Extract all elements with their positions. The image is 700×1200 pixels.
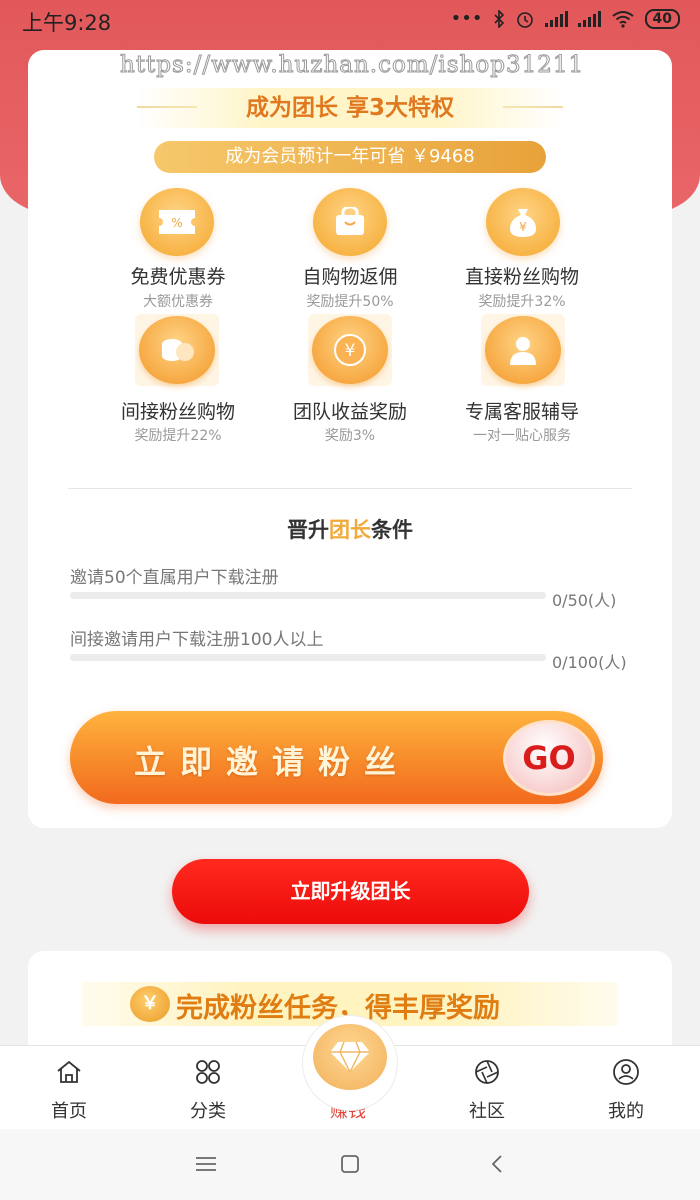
conditions-title-suffix: 条件 [371,518,413,542]
privilege-subtitle: 奖励提升32% [478,294,566,310]
privilege-title: 团队收益奖励 [292,401,407,423]
tab-category[interactable]: 分类 [158,1046,258,1130]
section-title-text: 成为团长 享3大特权 [245,95,454,121]
signal-icon-2 [577,10,601,27]
watermark: https://www.huzhan.com/ishop31211 [119,52,585,79]
privilege-title: 直接粉丝购物 [464,266,579,288]
invite-fans-label: 立即邀请粉丝 [134,743,411,781]
privilege-subtitle: 奖励提升50% [306,294,394,310]
tab-community[interactable]: 社区 [437,1046,537,1130]
go-badge: GO [503,720,595,796]
conditions-title-highlight: 团长 [329,518,371,542]
home-square-icon[interactable] [330,1149,370,1179]
privilege-title: 间接粉丝购物 [120,401,235,423]
tab-label: 首页 [51,1101,87,1122]
shutter-icon [475,1060,499,1084]
battery-icon: 40 [644,8,680,29]
category-icon [196,1060,220,1084]
privilege-subtitle: 奖励提升22% [134,428,222,444]
status-time: 上午9:28 [22,11,112,35]
status-icons: ••• 40 [451,8,680,29]
tab-label: 社区 [469,1101,505,1122]
more-icon: ••• [450,8,483,29]
coupon-icon: % [140,188,214,256]
status-bar: 上午9:28 ••• 40 [0,0,700,40]
tab-home[interactable]: 首页 [19,1046,119,1130]
system-navigation-bar [0,1129,700,1200]
user-icon [613,1059,639,1085]
invite-fans-button[interactable]: 立即邀请粉丝 GO [70,711,603,804]
alarm-icon [516,11,533,28]
home-icon [57,1060,81,1083]
service-person-icon [481,314,565,386]
privilege-subtitle: 奖励3% [324,428,376,444]
bluetooth-icon [493,9,504,28]
back-icon[interactable] [477,1149,517,1179]
shopping-bag-icon [313,188,387,256]
tab-mine[interactable]: 我的 [576,1046,676,1130]
condition-label: 间接邀请用户下载注册100人以上 [70,630,324,650]
condition-count: 0/100(人) [552,653,627,672]
divider [68,488,632,489]
conditions-title: 晋升团长条件 [0,514,700,544]
tab-label: 我的 [608,1101,644,1122]
signal-icon [544,10,568,27]
diamond-icon[interactable] [313,1024,387,1090]
savings-pill: 成为会员预计一年可省 ￥9468 [154,141,546,173]
upgrade-leader-button[interactable]: 立即升级团长 [172,859,529,924]
menu-icon[interactable] [186,1149,226,1179]
privilege-subtitle: 一对一贴心服务 [473,428,571,444]
privilege-title: 专属客服辅导 [464,401,579,423]
conditions-title-prefix: 晋升 [287,518,329,542]
go-label: GO [522,739,576,777]
privilege-title: 免费优惠券 [130,266,226,288]
money-bag-icon: ¥ [486,188,560,256]
privilege-subtitle: 大额优惠券 [143,294,213,310]
svg-text:¥: ¥ [345,341,356,361]
privilege-title: 自购物返佣 [302,266,398,288]
condition-progress-bar [70,592,546,599]
svg-text:%: % [171,216,182,230]
wifi-icon [611,10,634,28]
svg-text:¥: ¥ [519,220,527,234]
coins-icon [135,314,219,386]
condition-progress-bar [70,654,546,661]
condition-count: 0/50(人) [552,591,617,610]
yen-coin-icon: ¥ [308,314,392,386]
tab-label: 分类 [190,1101,226,1122]
section-title: 成为团长 享3大特权 [135,88,565,128]
condition-label: 邀请50个直属用户下载注册 [70,568,279,588]
yen-coin-icon: ￥ [130,986,170,1022]
